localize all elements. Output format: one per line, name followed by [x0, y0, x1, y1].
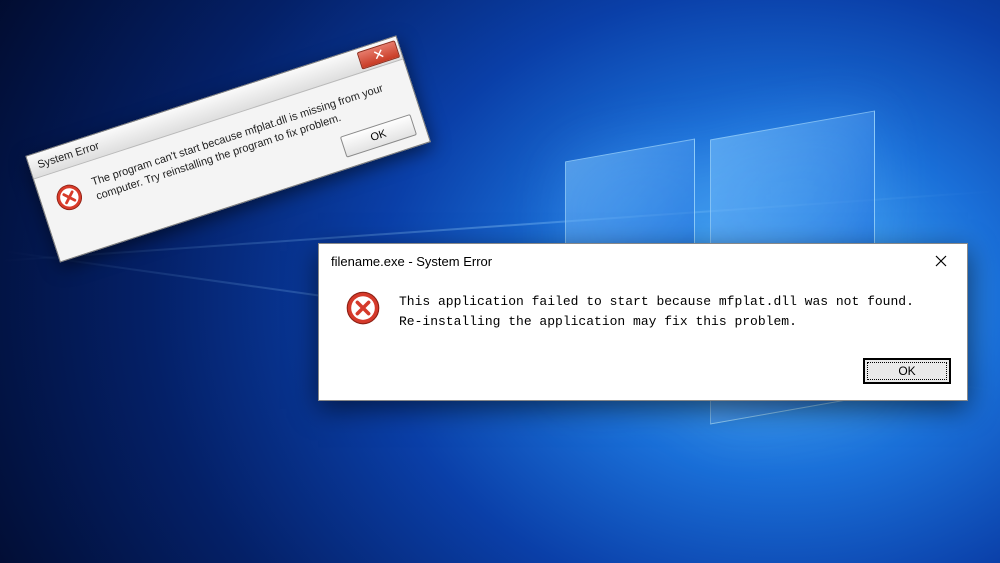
desktop-wallpaper: System Error The program can't start bec… [0, 0, 1000, 563]
close-icon [373, 49, 384, 60]
error-dialog-background: System Error The program can't start bec… [25, 35, 430, 262]
titlebar: filename.exe - System Error [319, 244, 967, 278]
ok-button[interactable]: OK [863, 358, 951, 384]
dialog-footer: OK [319, 350, 967, 400]
close-icon [935, 255, 947, 267]
dialog-message: This application failed to start because… [399, 290, 945, 332]
close-button[interactable] [919, 246, 963, 276]
dialog-body: This application failed to start because… [319, 278, 967, 350]
error-icon [345, 290, 381, 332]
error-dialog-foreground: filename.exe - System Error This applica… [318, 243, 968, 401]
dialog-title: filename.exe - System Error [331, 254, 919, 269]
error-icon [52, 180, 88, 217]
